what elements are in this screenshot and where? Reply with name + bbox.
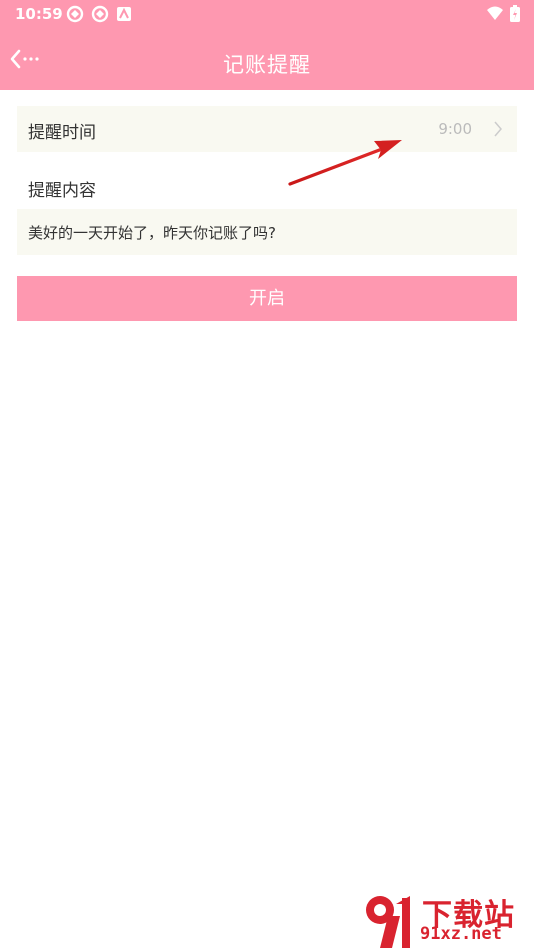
status-time: 10:59 [15, 5, 63, 23]
reminder-time-label: 提醒时间 [28, 123, 96, 143]
app-bar: 记账提醒 [0, 28, 534, 90]
reminder-content-field[interactable]: 美好的一天开始了，昨天你记账了吗? [17, 209, 517, 255]
notification-icon [66, 5, 84, 23]
reminder-time-value: 9:00 [438, 120, 472, 138]
watermark-logo-icon [366, 896, 410, 948]
watermark-domain: 91xz.net [420, 924, 502, 944]
status-bar: 10:59 [0, 0, 534, 28]
annotation-arrow-icon [288, 140, 402, 186]
enable-button[interactable]: 开启 [17, 276, 517, 321]
reminder-time-row[interactable]: 提醒时间 9:00 [17, 106, 517, 152]
chevron-right-icon [494, 121, 502, 137]
app-notification-icon [117, 7, 131, 21]
wifi-icon [487, 6, 503, 20]
battery-icon [510, 5, 520, 22]
notification-icon [91, 5, 109, 23]
reminder-content-label: 提醒内容 [28, 181, 96, 201]
reminder-content-text: 美好的一天开始了，昨天你记账了吗? [28, 224, 276, 242]
page-title: 记账提醒 [223, 53, 311, 77]
watermark: 下载站 91xz.net [360, 890, 530, 950]
